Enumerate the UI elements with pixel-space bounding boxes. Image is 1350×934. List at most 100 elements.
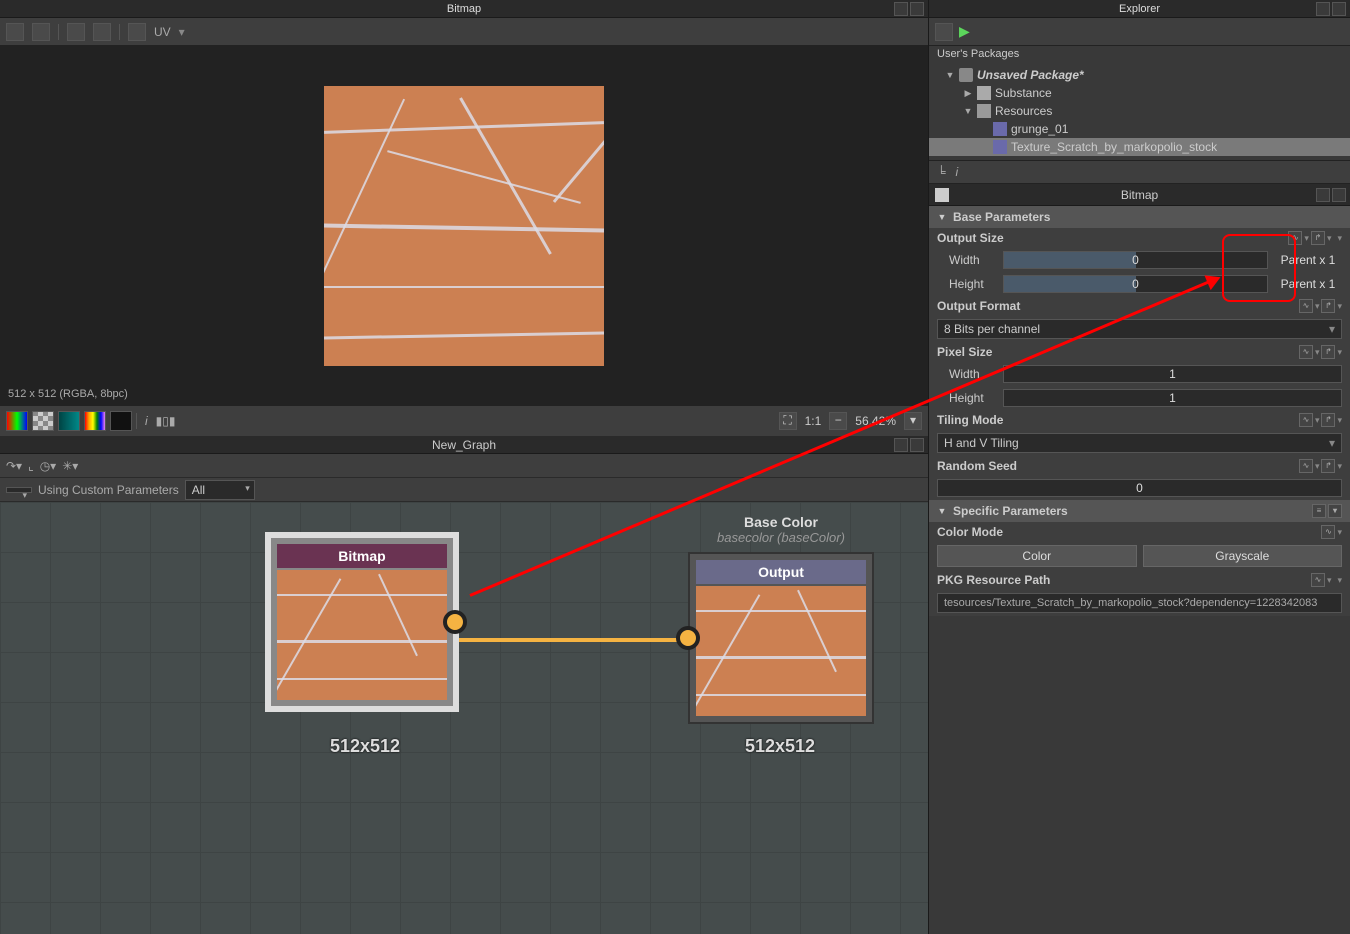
tree-item-grunge[interactable]: grunge_01 <box>929 120 1350 138</box>
grayscale-button[interactable]: Grayscale <box>1143 545 1343 567</box>
node-bitmap-output-port[interactable] <box>443 610 467 634</box>
separator <box>136 413 137 429</box>
node-output-input-port[interactable] <box>676 626 700 650</box>
param-pkg-path-value: tesources/Texture_Scratch_by_markopolio_… <box>929 590 1350 616</box>
tree-item-texture-scratch[interactable]: Texture_Scratch_by_markopolio_stock <box>929 138 1350 156</box>
menu-icon[interactable]: ▾ <box>1328 504 1342 518</box>
param-color-mode: Color Mode ∿▾ <box>929 522 1350 542</box>
zoom-dropdown-icon[interactable]: ▾ <box>904 412 922 430</box>
graph-tool-gear-icon[interactable]: ✳▾ <box>62 459 78 473</box>
preview-status-text: 512 x 512 (RGBA, 8bpc) <box>8 388 128 400</box>
node-output[interactable]: Base Color basecolor (baseColor) Output <box>688 552 874 724</box>
filter-combo[interactable]: All <box>185 480 255 500</box>
graph-toolbar-2: Using Custom Parameters All <box>0 478 928 502</box>
func-icon[interactable]: ∿ <box>1299 459 1313 473</box>
tree-item-resources[interactable]: ▼ Resources <box>929 102 1350 120</box>
output-format-select[interactable]: 8 Bits per channel <box>937 319 1342 339</box>
preview-tool-3[interactable] <box>67 23 85 41</box>
dock-icon[interactable] <box>894 438 908 452</box>
param-pkg-path: PKG Resource Path ∿▾ ▾ <box>929 570 1350 590</box>
inherit-icon[interactable]: ↱ <box>1321 459 1335 473</box>
param-tiling-value: H and V Tiling <box>929 430 1350 456</box>
histogram-icon[interactable]: ▮▯▮ <box>156 414 176 428</box>
preview-tool-1[interactable] <box>6 23 24 41</box>
graph-canvas[interactable]: Bitmap 512x512 Base Color bas <box>0 502 928 934</box>
inherit-icon[interactable]: ↱ <box>1321 299 1335 313</box>
dock-icon[interactable] <box>894 2 908 16</box>
dock-icon[interactable] <box>1316 2 1330 16</box>
tree-item-package[interactable]: ▼ Unsaved Package* <box>929 66 1350 84</box>
pixel-height-slider[interactable]: 1 <box>1003 389 1342 407</box>
swatch-3[interactable] <box>58 411 80 431</box>
dropdown-arrow-icon[interactable]: ▾ <box>179 25 185 39</box>
width-slider[interactable]: 0 <box>1003 251 1268 269</box>
tiling-select[interactable]: H and V Tiling <box>937 433 1342 453</box>
tree-item-substance[interactable]: ▶ Substance <box>929 84 1350 102</box>
pkg-path-field[interactable]: tesources/Texture_Scratch_by_markopolio_… <box>937 593 1342 613</box>
graph-toolbar-1: ↷▾ ⌞ ◷▾ ✳▾ <box>0 454 928 478</box>
inherit-icon[interactable]: ↱ <box>1311 231 1325 245</box>
image-icon <box>993 140 1007 154</box>
close-panel-icon[interactable] <box>1332 188 1346 202</box>
close-panel-icon[interactable] <box>910 438 924 452</box>
dark-swatch-icon[interactable] <box>110 411 132 431</box>
graph-combo-1[interactable] <box>6 487 32 493</box>
func-icon[interactable]: ∿ <box>1311 573 1325 587</box>
param-width: Width 0 Parent x 1 <box>929 248 1350 272</box>
func-icon[interactable]: ∿ <box>1299 413 1313 427</box>
func-icon[interactable]: ∿ <box>1321 525 1335 539</box>
func-icon[interactable]: ∿ <box>1299 299 1313 313</box>
checker-swatch-icon[interactable] <box>32 411 54 431</box>
info-icon[interactable]: i <box>141 414 152 428</box>
preview-toolbar: UV ▾ <box>0 18 928 46</box>
graph-tool-2[interactable]: ⌞ <box>28 459 34 473</box>
param-output-format-value: 8 Bits per channel <box>929 316 1350 342</box>
height-slider[interactable]: 0 <box>1003 275 1268 293</box>
random-seed-slider[interactable]: 0 <box>937 479 1342 497</box>
color-button[interactable]: Color <box>937 545 1137 567</box>
separator <box>119 24 120 40</box>
preview-viewport[interactable]: 512 x 512 (RGBA, 8bpc) <box>0 46 928 406</box>
preview-tool-2[interactable] <box>32 23 50 41</box>
uv-label: UV <box>154 25 171 39</box>
node-output-header: Output <box>696 560 866 584</box>
node-bitmap-thumbnail <box>277 570 447 700</box>
play-icon[interactable]: ▶ <box>959 23 970 40</box>
graph-tool-timer-icon[interactable]: ◷▾ <box>40 459 57 473</box>
save-icon[interactable] <box>935 23 953 41</box>
fit-icon[interactable]: ⛶ <box>779 412 797 430</box>
explorer-panel-titlebar: Explorer <box>929 0 1350 18</box>
preview-panel-title: Bitmap <box>447 3 481 15</box>
preview-tool-camera-icon[interactable] <box>128 23 146 41</box>
image-icon <box>993 122 1007 136</box>
width-parent-label: Parent x 1 <box>1274 253 1342 267</box>
node-edge[interactable] <box>453 638 688 642</box>
section-specific-parameters[interactable]: ▼Specific Parameters ≡ ▾ <box>929 500 1350 522</box>
param-random-seed: Random Seed ∿▾ ↱▾ <box>929 456 1350 476</box>
info-icon[interactable]: i <box>956 165 959 179</box>
height-parent-label: Parent x 1 <box>1274 277 1342 291</box>
pixel-width-slider[interactable]: 1 <box>1003 365 1342 383</box>
list-icon[interactable]: ≡ <box>1312 504 1326 518</box>
rgb-swatch-icon[interactable] <box>6 411 28 431</box>
func-icon[interactable]: ∿ <box>1288 231 1302 245</box>
close-panel-icon[interactable] <box>910 2 924 16</box>
inherit-icon[interactable]: ↱ <box>1321 345 1335 359</box>
inherit-icon[interactable]: ↱ <box>1321 413 1335 427</box>
node-bitmap[interactable]: Bitmap <box>265 532 459 712</box>
param-pixel-width: Width 1 <box>929 362 1350 386</box>
func-icon[interactable]: ∿ <box>1299 345 1313 359</box>
graph-tool-1[interactable]: ↷▾ <box>6 459 22 473</box>
texture-preview <box>324 86 604 366</box>
preview-tool-4[interactable] <box>93 23 111 41</box>
rainbow-swatch-icon[interactable] <box>84 411 106 431</box>
dock-icon[interactable] <box>1316 188 1330 202</box>
close-panel-icon[interactable] <box>1332 2 1346 16</box>
zoom-out-icon[interactable]: − <box>829 412 847 430</box>
section-base-parameters[interactable]: ▼Base Parameters <box>929 206 1350 228</box>
node-bitmap-size: 512x512 <box>265 736 465 757</box>
tree-collapse-icon[interactable]: ╘ <box>937 165 946 179</box>
properties-panel-titlebar: Bitmap <box>929 184 1350 206</box>
zoom-ratio[interactable]: 1:1 <box>805 414 822 428</box>
explorer-tree: ▼ Unsaved Package* ▶ Substance ▼ Resourc… <box>929 62 1350 160</box>
